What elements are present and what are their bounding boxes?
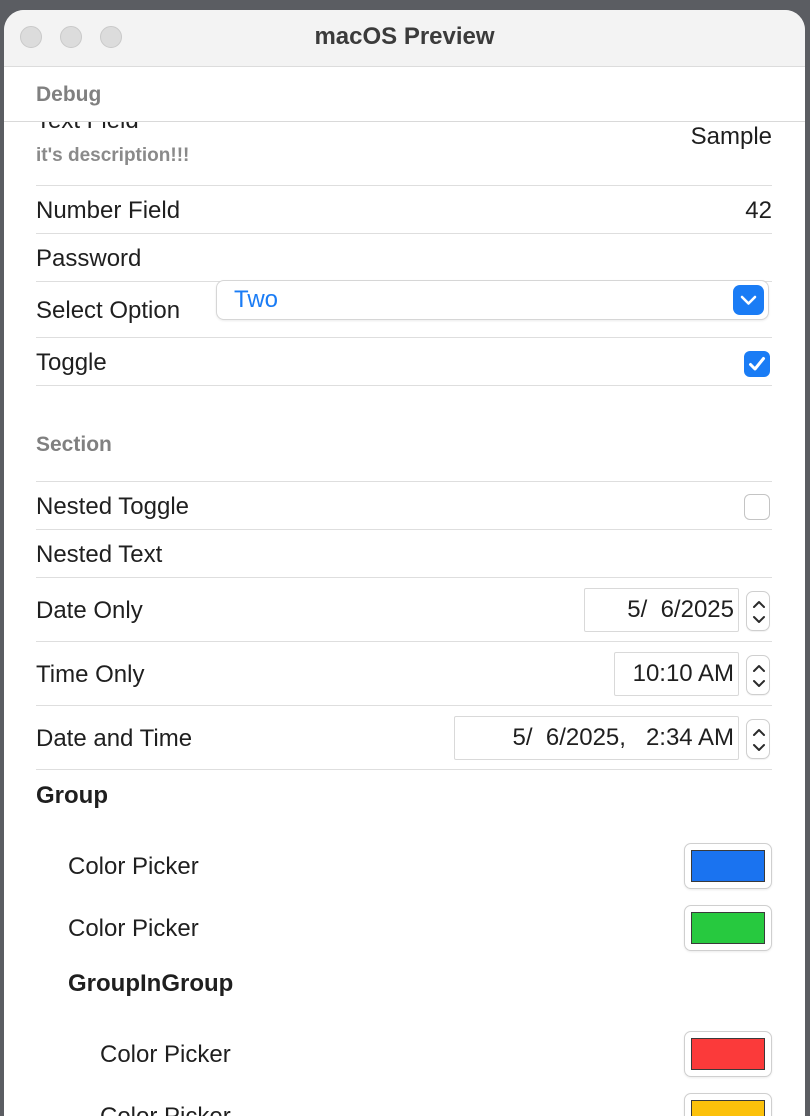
chevron-up-down-icon [733, 285, 764, 315]
divider [36, 577, 772, 578]
color-picker-well[interactable] [684, 1031, 772, 1077]
color-swatch-green [691, 912, 765, 944]
debug-section-header: Debug [4, 67, 805, 122]
text-field-description: it's description!!! [36, 145, 190, 166]
divider [36, 705, 772, 706]
divider [36, 385, 772, 386]
password-label: Password [36, 245, 142, 272]
stepper-arrows-icon [753, 665, 765, 687]
color-swatch-yellow [691, 1100, 765, 1116]
divider [36, 233, 772, 234]
date-only-stepper[interactable] [746, 591, 770, 631]
date-time-field[interactable]: 5/ 6/2025, 2:34 AM [454, 716, 739, 760]
divider [36, 481, 772, 482]
checkmark-icon [749, 357, 765, 371]
color-swatch-blue [691, 850, 765, 882]
window-title: macOS Preview [314, 23, 495, 50]
toggle-label: Toggle [36, 349, 107, 376]
section-header-label: Section [36, 433, 112, 456]
select-option-label: Select Option [36, 297, 181, 324]
color-picker-well[interactable] [684, 905, 772, 951]
color-picker-label: Color Picker [100, 1041, 231, 1068]
divider [36, 529, 772, 530]
toggle-checkbox[interactable] [744, 351, 770, 377]
form-scroll-area[interactable]: Debug Text Field it's description!!! Sam… [4, 67, 805, 1116]
color-picker-label: Color Picker [68, 853, 199, 880]
number-field-label: Number Field [36, 197, 181, 224]
number-field-input[interactable]: 42 [745, 197, 772, 225]
password-field[interactable] [304, 239, 770, 279]
divider [36, 185, 772, 186]
preview-window: macOS Preview Debug Text Field it's desc… [4, 10, 805, 1116]
divider [36, 769, 772, 770]
select-option-popup[interactable]: Two [216, 280, 769, 320]
color-picker-well[interactable] [684, 843, 772, 889]
color-picker-label: Color Picker [100, 1103, 231, 1116]
color-swatch-red [691, 1038, 765, 1070]
text-field-input[interactable]: Sample [691, 123, 772, 151]
time-only-label: Time Only [36, 661, 145, 688]
stepper-arrows-icon [753, 729, 765, 751]
divider [36, 641, 772, 642]
stepper-arrows-icon [753, 601, 765, 623]
group-in-group-title: GroupInGroup [68, 970, 234, 997]
color-picker-label: Color Picker [68, 915, 199, 942]
group-title: Group [36, 782, 108, 809]
date-only-label: Date Only [36, 597, 143, 624]
date-time-stepper[interactable] [746, 719, 770, 759]
divider [36, 337, 772, 338]
nested-toggle-label: Nested Toggle [36, 493, 189, 520]
nested-toggle-checkbox[interactable] [744, 494, 770, 520]
debug-header-label: Debug [36, 83, 102, 106]
date-time-label: Date and Time [36, 725, 193, 752]
time-only-stepper[interactable] [746, 655, 770, 695]
select-option-value: Two [234, 286, 279, 313]
date-only-field[interactable]: 5/ 6/2025 [584, 588, 739, 632]
time-only-field[interactable]: 10:10 AM [614, 652, 739, 696]
nested-text-label: Nested Text [36, 541, 163, 568]
color-picker-well[interactable] [684, 1093, 772, 1116]
title-bar: macOS Preview [4, 10, 805, 67]
